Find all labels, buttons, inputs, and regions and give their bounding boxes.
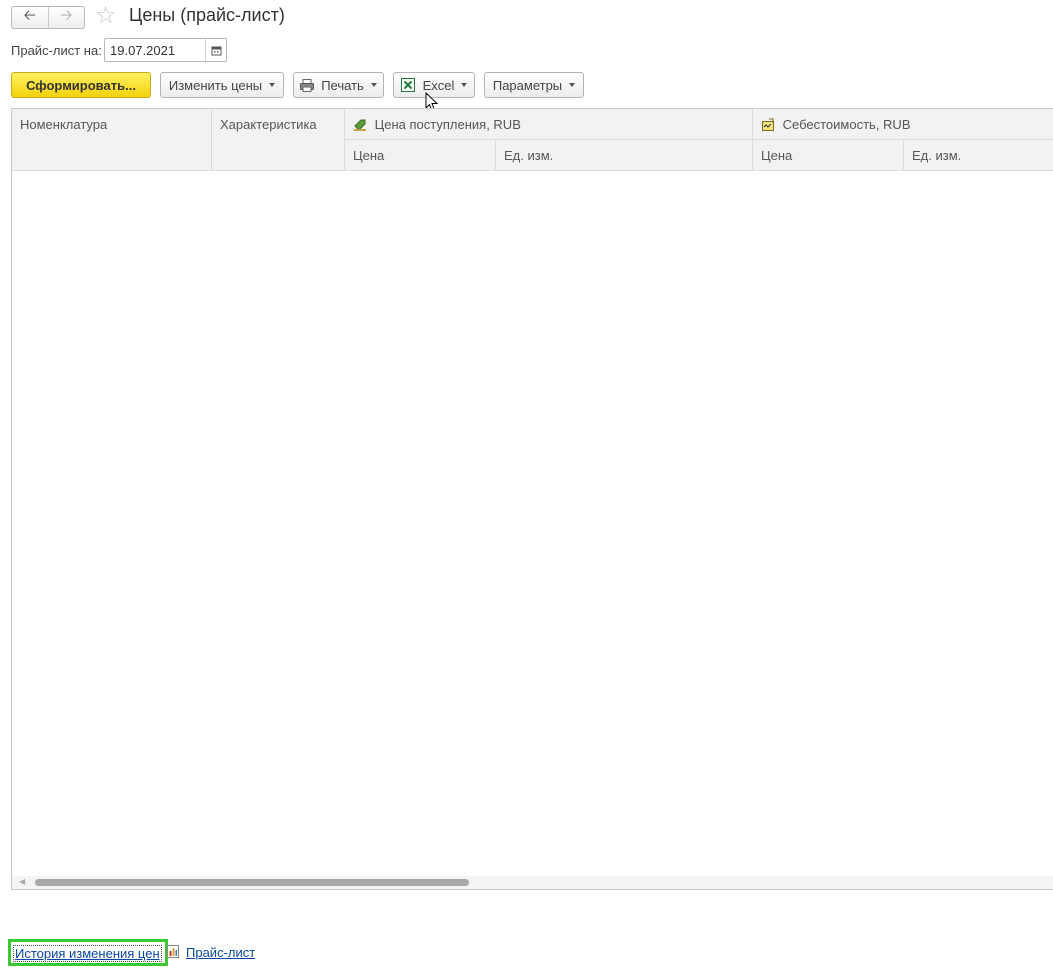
column-header-purchase-price[interactable]: Цена bbox=[345, 140, 496, 171]
column-header-label: Ед. изм. bbox=[504, 148, 554, 163]
price-history-link[interactable]: История изменения цен bbox=[13, 945, 162, 962]
price-table: Номенклатура Характеристика Цена поступл… bbox=[11, 108, 1053, 890]
excel-icon bbox=[400, 78, 415, 92]
column-group-label: Себестоимость, RUB bbox=[782, 117, 911, 132]
change-prices-label: Изменить цены bbox=[168, 77, 263, 93]
calendar-icon bbox=[211, 46, 221, 55]
date-label: Прайс-лист на: bbox=[11, 43, 102, 58]
params-label: Параметры bbox=[492, 77, 563, 93]
column-group-purchase-price[interactable]: Цена поступления, RUB bbox=[345, 109, 753, 140]
column-header-cost-unit[interactable]: Ед. изм. bbox=[904, 140, 1053, 171]
calendar-button[interactable] bbox=[205, 39, 226, 61]
generate-button[interactable]: Сформировать... bbox=[11, 72, 151, 98]
price-tag-icon bbox=[354, 119, 366, 131]
params-button[interactable]: Параметры bbox=[484, 72, 584, 98]
column-header-characteristic[interactable]: Характеристика bbox=[212, 109, 345, 171]
forward-button[interactable]: 🡢 bbox=[47, 7, 85, 28]
column-header-nomenclature[interactable]: Номенклатура bbox=[12, 109, 212, 171]
navigation-buttons: 🡠 🡢 bbox=[11, 6, 85, 29]
scrollbar-thumb[interactable] bbox=[35, 879, 469, 886]
excel-label: Excel bbox=[422, 77, 455, 93]
column-header-label: Номенклатура bbox=[20, 117, 108, 132]
generate-button-label: Сформировать... bbox=[26, 77, 136, 93]
cost-document-icon bbox=[762, 118, 774, 131]
column-group-cost[interactable]: Себестоимость, RUB bbox=[753, 109, 1053, 140]
column-header-label: Характеристика bbox=[220, 117, 317, 132]
print-button[interactable]: Печать bbox=[293, 72, 384, 98]
scroll-left-icon[interactable]: ◀ bbox=[19, 877, 25, 886]
print-label: Печать bbox=[321, 77, 364, 93]
chevron-down-icon bbox=[569, 83, 576, 87]
history-link-focus: История изменения цен bbox=[8, 939, 168, 966]
chevron-down-icon bbox=[370, 83, 377, 87]
chevron-down-icon bbox=[269, 83, 276, 87]
chevron-down-icon bbox=[461, 83, 468, 87]
column-group-label: Цена поступления, RUB bbox=[374, 117, 521, 132]
printer-icon bbox=[300, 78, 315, 92]
date-input[interactable] bbox=[105, 39, 205, 61]
arrow-left-icon: 🡠 bbox=[23, 7, 36, 24]
column-header-cost-price[interactable]: Цена bbox=[753, 140, 904, 171]
date-field bbox=[104, 38, 227, 62]
star-icon[interactable]: ☆ bbox=[95, 4, 117, 28]
horizontal-scrollbar[interactable]: ◀ bbox=[12, 876, 1053, 889]
report-icon bbox=[167, 945, 179, 958]
back-button[interactable]: 🡠 bbox=[12, 7, 48, 28]
change-prices-button[interactable]: Изменить цены bbox=[160, 72, 284, 98]
column-header-label: Ед. изм. bbox=[912, 148, 962, 163]
column-header-purchase-unit[interactable]: Ед. изм. bbox=[496, 140, 753, 171]
page-title: Цены (прайс-лист) bbox=[129, 5, 285, 25]
arrow-right-icon: 🡢 bbox=[60, 7, 73, 24]
pricelist-link[interactable]: Прайс-лист bbox=[186, 945, 255, 960]
column-header-label: Цена bbox=[353, 148, 385, 163]
column-header-label: Цена bbox=[761, 148, 793, 163]
